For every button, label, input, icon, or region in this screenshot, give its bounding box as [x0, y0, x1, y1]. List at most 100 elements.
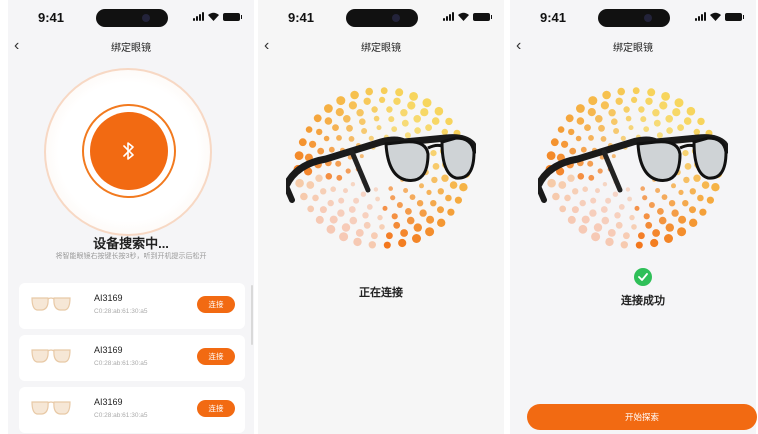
wifi-icon — [710, 12, 721, 21]
dynamic-island — [346, 9, 418, 27]
burst-dot — [371, 106, 378, 113]
burst-dot — [379, 96, 386, 103]
connect-button[interactable]: 连接 — [197, 348, 235, 365]
burst-dot — [677, 227, 687, 237]
signal-icon — [695, 12, 706, 21]
screen-searching: 9:41 ‹ 绑定眼镜 设备搜索中... 将智能眼镜右按键长按3秒，听到开机提示… — [8, 0, 254, 434]
burst-dot — [638, 106, 645, 113]
connect-button[interactable]: 连接 — [197, 400, 235, 417]
burst-dot — [617, 87, 625, 96]
burst-dot — [388, 116, 395, 123]
battery-icon — [725, 12, 744, 21]
device-card[interactable]: AI3169 C0:28:ab:61:30:a5 连接 — [19, 387, 245, 433]
page-title: 绑定眼镜 — [613, 43, 653, 54]
burst-dot — [339, 232, 349, 242]
burst-dot — [365, 87, 373, 96]
battery-icon — [223, 12, 242, 21]
start-explore-button[interactable]: 开始探索 — [527, 404, 757, 430]
pairing-hint: 将智能眼镜右按键长按3秒，听到开机提示后松开 — [55, 253, 207, 260]
burst-dot — [349, 216, 358, 225]
burst-dot — [412, 234, 421, 243]
burst-dot — [405, 208, 412, 215]
burst-dot — [600, 101, 609, 110]
burst-dot — [386, 232, 393, 240]
burst-dot — [348, 101, 357, 110]
burst-dot — [565, 114, 574, 123]
burst-dot — [371, 232, 378, 240]
signal-icon — [443, 12, 454, 21]
burst-dot — [608, 109, 616, 117]
burst-dot — [638, 232, 645, 240]
device-mac: C0:28:ab:61:30:a5 — [94, 308, 148, 315]
bluetooth-button[interactable] — [90, 112, 168, 190]
burst-dot — [699, 208, 707, 216]
burst-dot — [665, 115, 673, 123]
status-icons — [695, 12, 744, 21]
burst-dot — [631, 96, 638, 103]
burst-dot — [425, 227, 435, 237]
burst-dot — [689, 206, 696, 214]
burst-dot — [650, 238, 659, 248]
burst-dot — [406, 216, 415, 225]
burst-dot — [567, 215, 576, 224]
burst-dot — [618, 204, 625, 210]
burst-dot — [343, 115, 351, 123]
burst-dot — [337, 209, 345, 217]
device-card[interactable]: AI3169 C0:28:ab:61:30:a5 连接 — [19, 335, 245, 381]
burst-dot — [593, 223, 603, 232]
burst-dot — [355, 229, 364, 237]
signal-icon — [193, 12, 204, 21]
burst-dot — [605, 237, 614, 247]
burst-dot — [353, 237, 362, 247]
burst-dot — [413, 223, 422, 232]
burst-dot — [602, 90, 611, 100]
burst-dot — [632, 87, 640, 95]
burst-dot — [589, 209, 597, 217]
burst-dot — [335, 108, 344, 117]
burst-dot — [652, 229, 660, 237]
burst-dot — [307, 205, 315, 213]
connected-label: 连接成功 — [621, 295, 665, 307]
check-icon — [634, 268, 652, 286]
status-time: 9:41 — [540, 10, 567, 25]
connect-button[interactable]: 连接 — [197, 296, 235, 313]
nav-bar: ‹ 绑定眼镜 — [510, 36, 756, 58]
burst-dot — [623, 232, 630, 240]
burst-dot — [645, 221, 653, 229]
burst-dot — [393, 97, 401, 105]
burst-dot — [315, 215, 324, 224]
burst-dot — [336, 96, 346, 106]
burst-dot — [391, 213, 398, 220]
device-mac: C0:28:ab:61:30:a5 — [94, 360, 148, 367]
burst-dot — [615, 97, 623, 105]
burst-dot — [437, 218, 446, 227]
burst-dot — [348, 206, 356, 213]
burst-dot — [657, 208, 664, 215]
burst-dot — [631, 224, 637, 230]
burst-dot — [607, 229, 616, 237]
burst-dot — [643, 213, 650, 220]
nav-bar: ‹ 绑定眼镜 — [258, 36, 504, 58]
burst-dot — [595, 115, 603, 123]
burst-dot — [373, 115, 380, 122]
burst-dot — [665, 223, 674, 232]
burst-dot — [329, 215, 338, 224]
burst-dot — [689, 218, 698, 227]
burst-dot — [671, 209, 679, 217]
burst-dot — [363, 221, 371, 229]
device-card[interactable]: AI3169 C0:28:ab:61:30:a5 连接 — [19, 283, 245, 329]
burst-dot — [377, 214, 383, 221]
burst-dot — [559, 205, 567, 213]
device-mac: C0:28:ab:61:30:a5 — [94, 412, 148, 419]
burst-dot — [581, 215, 590, 224]
burst-dot — [426, 215, 435, 224]
dynamic-island — [598, 9, 670, 27]
burst-dot — [623, 106, 630, 113]
burst-dot — [400, 109, 408, 117]
device-name: AI3169 — [94, 293, 123, 303]
bluetooth-icon — [123, 142, 134, 160]
burst-dot — [422, 98, 432, 108]
burst-dot — [413, 115, 421, 123]
scrollbar[interactable] — [251, 285, 253, 345]
searching-label: 设备搜索中... — [93, 236, 169, 251]
